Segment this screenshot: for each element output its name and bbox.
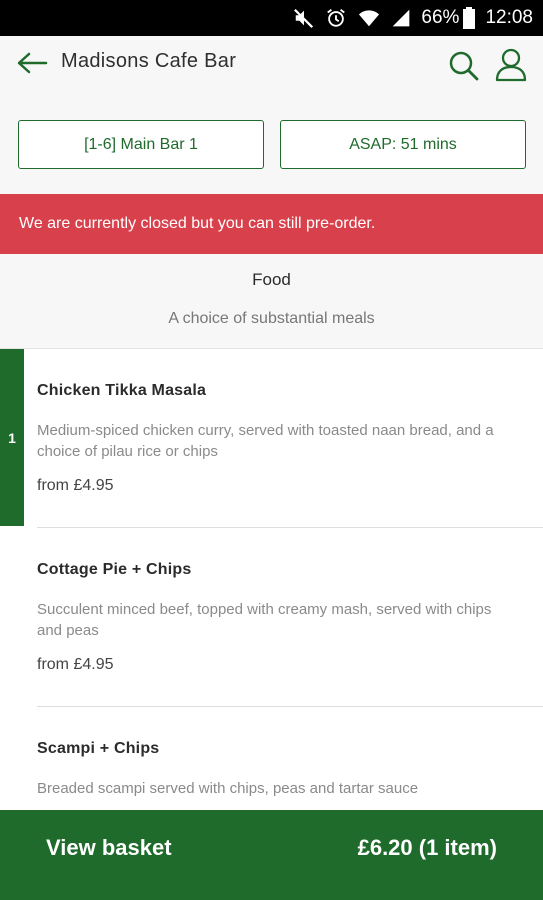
menu-item[interactable]: Scampi + Chips Breaded scampi served wit…: [0, 707, 543, 810]
category-description: A choice of substantial meals: [168, 310, 375, 327]
menu-list: 1 Chicken Tikka Masala Medium-spiced chi…: [0, 349, 543, 810]
battery-percentage: 66%: [421, 7, 460, 28]
closed-banner: We are currently closed but you can stil…: [0, 194, 543, 254]
arrow-left-icon: [16, 51, 48, 80]
mute-icon: [293, 7, 315, 29]
menu-item[interactable]: 1 Chicken Tikka Masala Medium-spiced chi…: [0, 349, 543, 528]
back-button[interactable]: [16, 50, 50, 80]
account-button[interactable]: [494, 48, 528, 82]
basket-label: View basket: [46, 835, 172, 860]
item-name: Chicken Tikka Masala: [37, 382, 207, 399]
user-icon: [494, 48, 528, 86]
order-options: [1-6] Main Bar 1 ASAP: 51 mins: [0, 96, 543, 194]
time-selector-button[interactable]: ASAP: 51 mins: [280, 120, 526, 169]
battery-icon: [463, 7, 476, 29]
menu-item[interactable]: Cottage Pie + Chips Succulent minced bee…: [0, 528, 543, 707]
signal-icon: [391, 7, 411, 29]
quantity-indicator: 1: [0, 349, 24, 526]
search-icon: [448, 51, 480, 86]
item-name: Cottage Pie + Chips: [37, 561, 192, 578]
page-title: Madisons Cafe Bar: [61, 50, 237, 72]
view-basket-button[interactable]: View basket £6.20 (1 item): [0, 810, 543, 900]
clock: 12:08: [485, 7, 533, 28]
status-bar: 66% 12:08: [0, 0, 543, 36]
battery-status: 66%: [421, 7, 476, 29]
item-description: Succulent minced beef, topped with cream…: [37, 601, 492, 639]
app-bar: Madisons Cafe Bar: [0, 36, 543, 96]
alarm-icon: [325, 7, 347, 29]
wifi-icon: [357, 7, 381, 29]
item-price: from £4.95: [37, 477, 114, 494]
category-header: Food A choice of substantial meals: [0, 254, 543, 349]
item-name: Scampi + Chips: [37, 740, 160, 757]
basket-total: £6.20 (1 item): [357, 835, 497, 860]
item-price: from £4.95: [37, 656, 114, 673]
search-button[interactable]: [448, 50, 480, 82]
item-description: Breaded scampi served with chips, peas a…: [37, 780, 419, 797]
item-description: Medium-spiced chicken curry, served with…: [37, 422, 494, 460]
category-title: Food: [252, 270, 291, 289]
table-selector-button[interactable]: [1-6] Main Bar 1: [18, 120, 264, 169]
